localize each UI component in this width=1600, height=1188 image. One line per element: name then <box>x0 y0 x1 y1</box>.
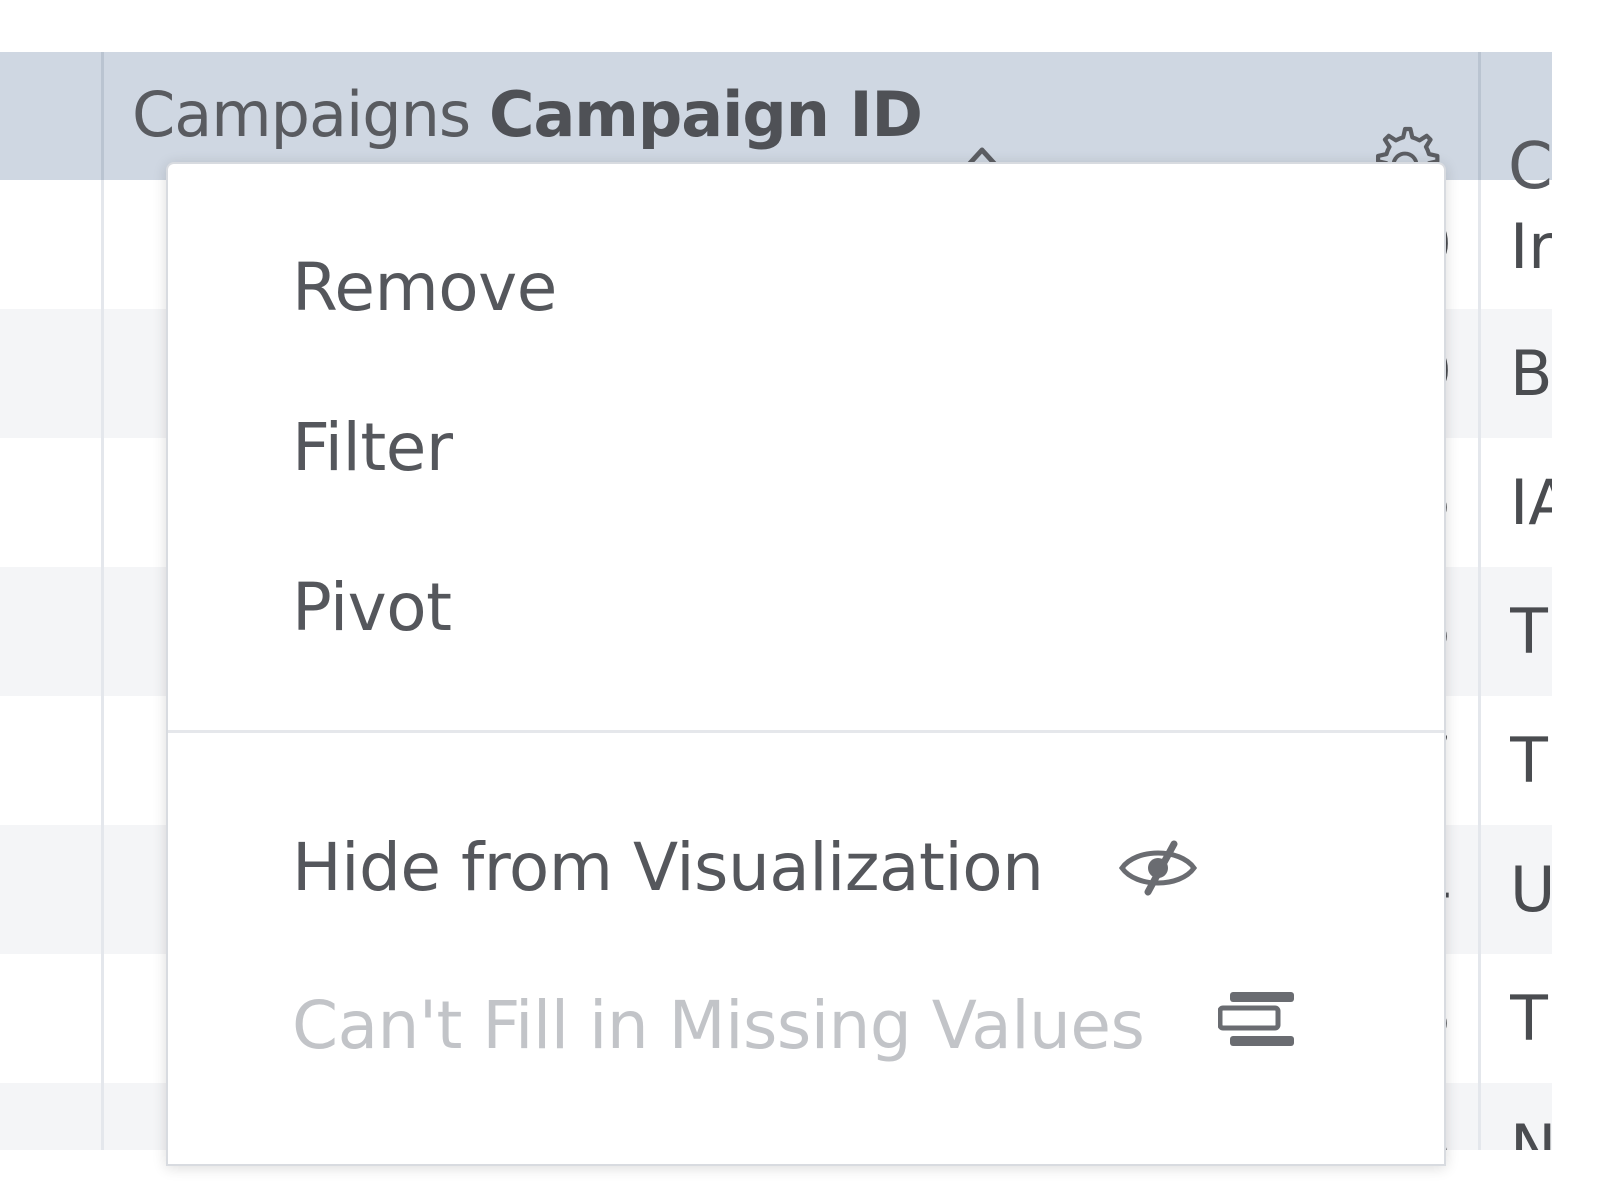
menu-item-pivot[interactable]: Pivot <box>292 568 452 648</box>
cell-value: T <box>1510 595 1548 668</box>
menu-item-remove[interactable]: Remove <box>292 248 557 328</box>
cell-value: B <box>1510 337 1552 410</box>
cell-value: T <box>1510 982 1548 1055</box>
column-divider <box>101 52 104 1150</box>
field-label: Campaign ID <box>488 78 923 151</box>
cell-value: IA <box>1510 466 1552 539</box>
column-header-next[interactable]: C <box>1508 132 1552 202</box>
column-divider <box>1478 52 1481 1150</box>
cell-value: U <box>1510 853 1552 926</box>
cell-value: T <box>1510 724 1548 797</box>
column-divider <box>1478 52 1481 180</box>
view-label: Campaigns <box>132 78 471 151</box>
fill-missing-icon <box>1217 990 1296 1056</box>
cell-value: Ir <box>1510 210 1552 283</box>
column-header-campaign-id[interactable]: Campaigns Campaign ID <box>132 78 923 151</box>
menu-divider <box>168 730 1444 733</box>
menu-item-filter[interactable]: Filter <box>292 408 453 488</box>
cell-value: N <box>1510 1111 1552 1150</box>
eye-slash-icon <box>1118 840 1198 900</box>
menu-item-fill-missing-values: Can't Fill in Missing Values <box>292 987 1145 1064</box>
menu-item-hide-from-visualization[interactable]: Hide from Visualization <box>292 828 1044 908</box>
column-options-menu: Remove Filter Pivot Hide from Visualizat… <box>166 162 1446 1166</box>
column-divider <box>101 52 104 180</box>
column-header-row: Campaigns Campaign ID C <box>0 52 1552 202</box>
